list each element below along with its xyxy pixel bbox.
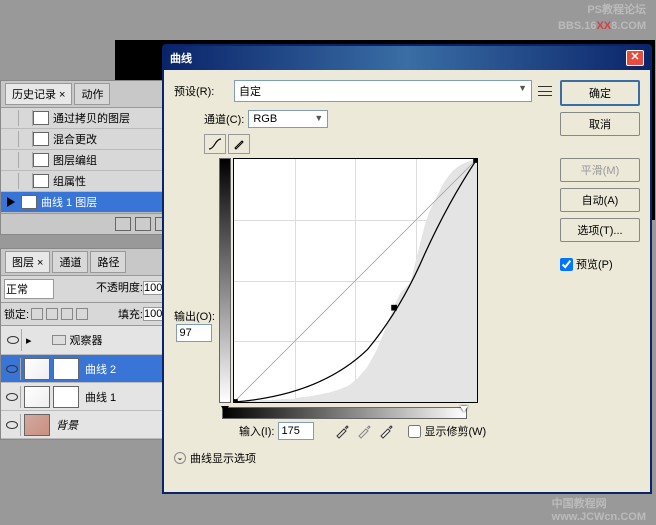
blend-mode-select[interactable]: 正常: [4, 279, 54, 299]
smooth-button: 平滑(M): [560, 158, 640, 182]
layers-panel: 图层 × 通道 路径 正常 不透明度: 锁定: 填充: ▸ 观察器 曲线 2: [0, 248, 175, 440]
preset-select[interactable]: 自定: [234, 80, 532, 102]
preview-checkbox[interactable]: 预览(P): [560, 256, 640, 272]
history-panel: 历史记录 × 动作 通过拷贝的图层 混合更改 图层编组 组属性 曲线 1 图层: [0, 80, 175, 235]
black-slider[interactable]: [221, 406, 229, 412]
input-input[interactable]: [278, 422, 314, 440]
tab-layers[interactable]: 图层 ×: [5, 251, 50, 273]
layer-item[interactable]: 曲线 2: [1, 355, 174, 383]
control-point[interactable]: [391, 305, 397, 311]
channel-label: 通道(C):: [204, 111, 244, 127]
show-clipping-checkbox[interactable]: 显示修剪(W): [408, 423, 486, 439]
lock-all-icon[interactable]: [76, 308, 88, 320]
channel-select[interactable]: RGB: [248, 110, 328, 128]
play-icon: [7, 197, 15, 207]
mask-thumb: [53, 358, 79, 380]
history-item[interactable]: 图层编组: [1, 150, 174, 171]
lock-paint-icon[interactable]: [46, 308, 58, 320]
mask-thumb: [53, 386, 79, 408]
eye-icon[interactable]: [6, 421, 18, 429]
vertical-gradient: [219, 158, 231, 403]
close-icon[interactable]: ✕: [626, 50, 644, 66]
dialog-title: 曲线: [170, 50, 192, 66]
lock-transparent-icon[interactable]: [31, 308, 43, 320]
eye-icon[interactable]: [7, 336, 19, 344]
curve-graph[interactable]: [233, 158, 478, 403]
preset-menu-icon[interactable]: [538, 86, 552, 96]
output-label: 输出(O):: [174, 308, 215, 324]
layer-thumb: [24, 386, 50, 408]
output-input[interactable]: [176, 324, 212, 342]
layer-item[interactable]: 背景: [1, 411, 174, 439]
layer-group[interactable]: ▸ 观察器: [1, 326, 174, 355]
lock-move-icon[interactable]: [61, 308, 73, 320]
eyedropper-black-icon[interactable]: [334, 423, 350, 439]
folder-icon: [52, 335, 66, 345]
eye-icon[interactable]: [6, 393, 18, 401]
ok-button[interactable]: 确定: [560, 80, 640, 106]
tab-channels[interactable]: 通道: [52, 251, 88, 273]
eyedropper-white-icon[interactable]: [378, 423, 394, 439]
layer-item[interactable]: 曲线 1: [1, 383, 174, 411]
display-options-label[interactable]: 曲线显示选项: [190, 450, 256, 466]
new-icon[interactable]: [135, 217, 151, 231]
tab-paths[interactable]: 路径: [90, 251, 126, 273]
white-slider[interactable]: [460, 406, 468, 412]
history-item-current[interactable]: 曲线 1 图层: [1, 192, 174, 213]
curves-dialog: 曲线 ✕ 预设(R): 自定 通道(C): RGB 输出(O):: [162, 44, 652, 494]
watermark-bottom: 中国教程网 www.JCWcn.COM: [552, 495, 646, 523]
expand-icon[interactable]: ⌄: [174, 452, 186, 464]
layer-thumb: [24, 414, 50, 436]
auto-button[interactable]: 自动(A): [560, 188, 640, 212]
tab-history[interactable]: 历史记录 ×: [5, 83, 72, 105]
tab-actions[interactable]: 动作: [74, 83, 110, 105]
watermark-top: PS教程论坛 BBS.16XX8.COM: [558, 2, 646, 34]
cancel-button[interactable]: 取消: [560, 112, 640, 136]
input-label: 输入(I):: [239, 423, 274, 439]
history-item[interactable]: 组属性: [1, 171, 174, 192]
curve-tool-icon[interactable]: [204, 134, 226, 154]
history-item[interactable]: 通过拷贝的图层: [1, 108, 174, 129]
eye-icon[interactable]: [6, 365, 18, 373]
pencil-tool-icon[interactable]: [228, 134, 250, 154]
title-bar[interactable]: 曲线 ✕: [164, 46, 650, 70]
horizontal-gradient[interactable]: [222, 407, 467, 419]
history-item[interactable]: 混合更改: [1, 129, 174, 150]
options-button[interactable]: 选项(T)...: [560, 218, 640, 242]
layer-thumb: [24, 358, 50, 380]
preset-label: 预设(R):: [174, 83, 234, 99]
eyedropper-gray-icon[interactable]: [356, 423, 372, 439]
snapshot-icon[interactable]: [115, 217, 131, 231]
